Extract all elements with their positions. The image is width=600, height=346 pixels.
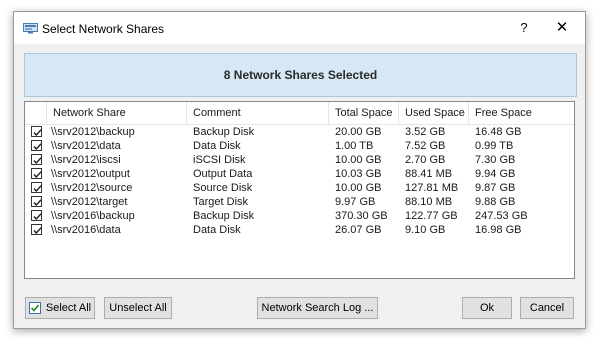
row-checkbox[interactable] <box>31 210 42 221</box>
cell-total-space: 9.97 GB <box>335 196 376 208</box>
row-checkbox[interactable] <box>31 168 42 179</box>
cell-used-space: 9.10 GB <box>405 224 446 236</box>
unselect-all-label: Unselect All <box>109 302 167 314</box>
cell-used-space: 2.70 GB <box>405 154 446 166</box>
row-checkbox[interactable] <box>31 126 42 137</box>
cell-free-space: 247.53 GB <box>475 210 528 222</box>
row-checkbox[interactable] <box>31 182 42 193</box>
table-row[interactable]: \\srv2012\data Data Disk 1.00 TB 7.52 GB 0.9… <box>25 139 574 153</box>
cell-network-share: \\srv2012\source <box>51 182 133 194</box>
cell-free-space: 16.48 GB <box>475 126 522 138</box>
cancel-label: Cancel <box>529 302 565 314</box>
column-header-free-space[interactable]: Free Space <box>469 102 574 124</box>
cell-comment: Data Disk <box>193 224 241 236</box>
cell-free-space: 7.30 GB <box>475 154 516 166</box>
cell-total-space: 10.00 GB <box>335 182 382 194</box>
dialog-window: Select Network Shares ? ✕ 8 Network Shar… <box>13 11 586 329</box>
cell-free-space: 9.94 GB <box>475 168 516 180</box>
cell-comment: Backup Disk <box>193 126 255 138</box>
table-row[interactable]: \\srv2016\backup Backup Disk 370.30 GB 122.… <box>25 209 574 223</box>
cell-network-share: \\srv2016\backup <box>51 210 135 222</box>
selection-summary-text: 8 Network Shares Selected <box>223 68 378 82</box>
checklist-icon <box>28 302 41 314</box>
column-header-comment[interactable]: Comment <box>187 102 329 124</box>
unselect-all-button[interactable]: Unselect All <box>104 297 172 319</box>
help-button[interactable]: ? <box>513 18 535 38</box>
column-header-network-share[interactable]: Network Share <box>47 102 187 124</box>
title-bar: Select Network Shares ? ✕ <box>14 12 585 44</box>
column-header-total-space[interactable]: Total Space <box>329 102 399 124</box>
ok-label: Ok <box>479 302 495 314</box>
cell-total-space: 370.30 GB <box>335 210 388 222</box>
ok-button[interactable]: Ok <box>462 297 512 319</box>
row-checkbox[interactable] <box>31 140 42 151</box>
cell-network-share: \\srv2012\iscsi <box>51 154 121 166</box>
cell-used-space: 3.52 GB <box>405 126 446 138</box>
network-shares-list[interactable]: Network Share Comment Total Space Used S… <box>24 101 575 279</box>
cell-comment: Target Disk <box>193 196 249 208</box>
cell-network-share: \\srv2012\backup <box>51 126 135 138</box>
cell-used-space: 7.52 GB <box>405 140 446 152</box>
cell-comment: Output Data <box>193 168 253 180</box>
cell-comment: Backup Disk <box>193 210 255 222</box>
cell-total-space: 20.00 GB <box>335 126 382 138</box>
cell-network-share: \\srv2012\data <box>51 140 121 152</box>
cell-total-space: 10.00 GB <box>335 154 382 166</box>
cell-free-space: 16.98 GB <box>475 224 522 236</box>
table-row[interactable]: \\srv2012\target Target Disk 9.97 GB 88.10 … <box>25 195 574 209</box>
table-row[interactable]: \\srv2016\data Data Disk 26.07 GB 9.10 GB 16… <box>25 223 574 237</box>
row-checkbox[interactable] <box>31 154 42 165</box>
cell-comment: Source Disk <box>193 182 253 194</box>
network-search-log-button[interactable]: Network Search Log ... <box>257 297 378 319</box>
network-search-log-label: Network Search Log ... <box>261 302 374 314</box>
select-all-label: Select All <box>45 302 92 314</box>
cell-network-share: \\srv2012\target <box>51 196 128 208</box>
cell-total-space: 10.03 GB <box>335 168 382 180</box>
window-title: Select Network Shares <box>42 22 165 36</box>
cell-network-share: \\srv2016\data <box>51 224 121 236</box>
row-checkbox[interactable] <box>31 196 42 207</box>
network-shares-icon <box>23 21 38 34</box>
cell-used-space: 127.81 MB <box>405 182 459 194</box>
cell-free-space: 9.88 GB <box>475 196 516 208</box>
header-checkbox-column <box>25 102 47 124</box>
cell-used-space: 122.77 GB <box>405 210 458 222</box>
table-row[interactable]: \\srv2012\source Source Disk 10.00 GB 127.8… <box>25 181 574 195</box>
cell-used-space: 88.10 MB <box>405 196 453 208</box>
cell-total-space: 1.00 TB <box>335 140 374 152</box>
cell-free-space: 0.99 TB <box>475 140 514 152</box>
cell-network-share: \\srv2012\output <box>51 168 130 180</box>
cell-total-space: 26.07 GB <box>335 224 382 236</box>
table-row[interactable]: \\srv2012\iscsi iSCSI Disk 10.00 GB 2.70 GB… <box>25 153 574 167</box>
cell-used-space: 88.41 MB <box>405 168 453 180</box>
column-header-used-space[interactable]: Used Space <box>399 102 469 124</box>
cell-comment: iSCSI Disk <box>193 154 246 166</box>
selection-summary-banner: 8 Network Shares Selected <box>24 53 577 97</box>
select-all-button[interactable]: Select All <box>25 297 95 319</box>
close-button[interactable]: ✕ <box>550 18 574 38</box>
cancel-button[interactable]: Cancel <box>520 297 574 319</box>
cell-comment: Data Disk <box>193 140 241 152</box>
cell-free-space: 9.87 GB <box>475 182 516 194</box>
table-row[interactable]: \\srv2012\backup Backup Disk 20.00 GB 3.52 … <box>25 125 574 139</box>
list-header: Network Share Comment Total Space Used S… <box>25 102 574 125</box>
row-checkbox[interactable] <box>31 224 42 235</box>
table-row[interactable]: \\srv2012\output Output Data 10.03 GB 88.41… <box>25 167 574 181</box>
